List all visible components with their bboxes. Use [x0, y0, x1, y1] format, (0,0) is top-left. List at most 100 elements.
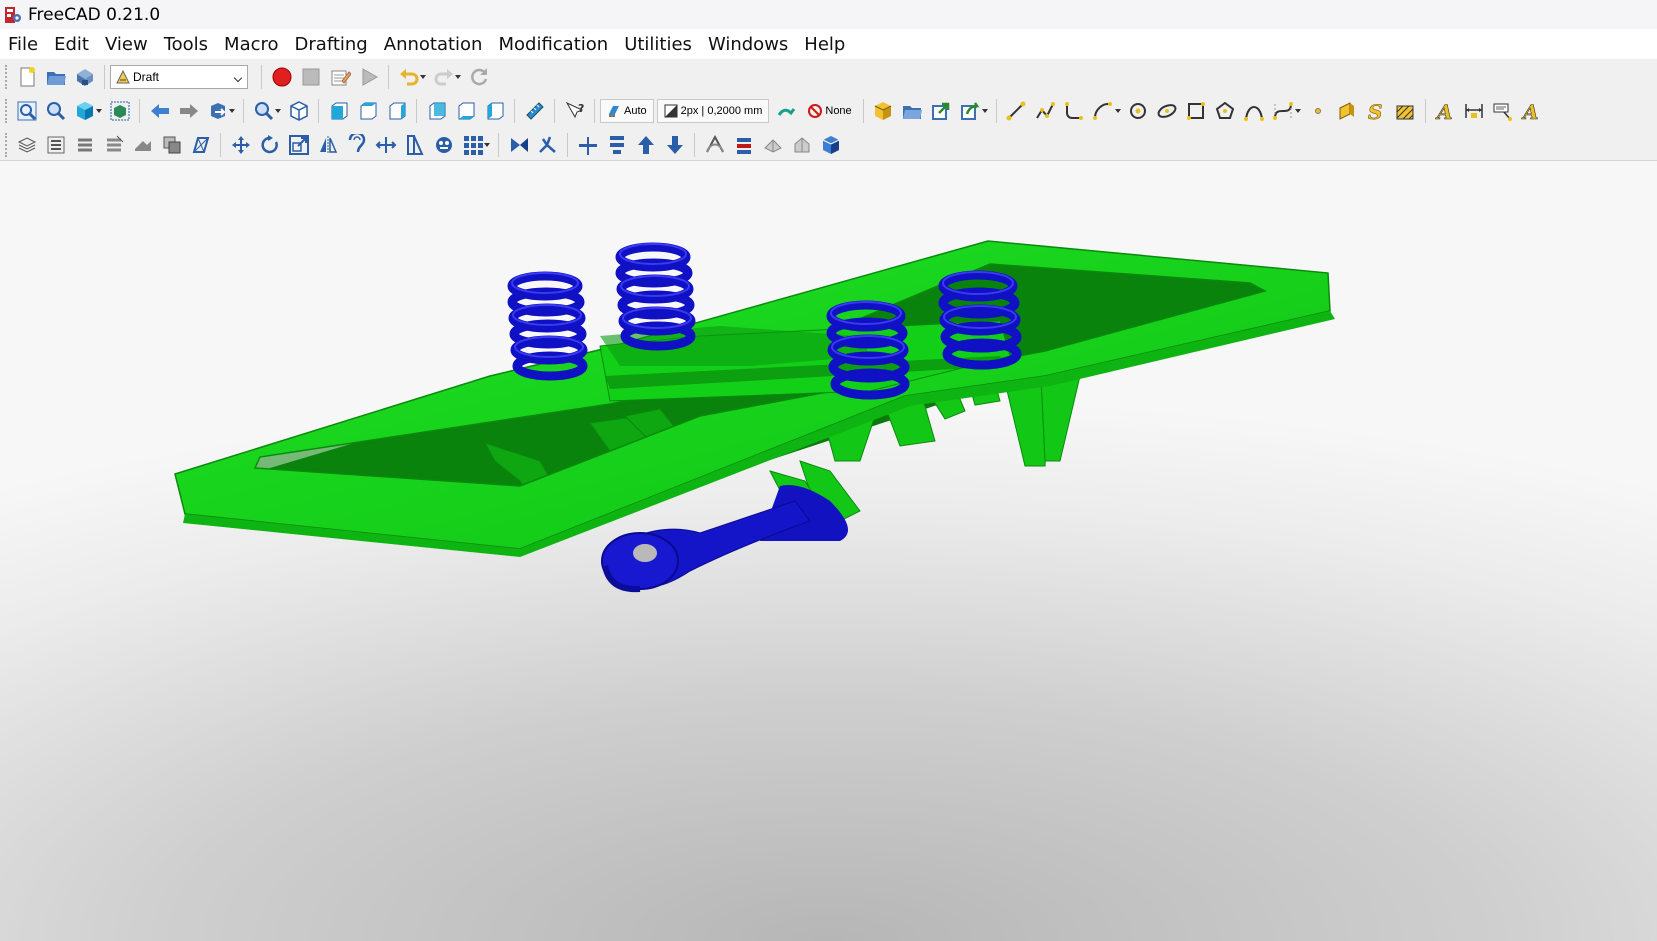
back-button[interactable]: [145, 97, 174, 125]
edit-macro-button[interactable]: [325, 63, 354, 91]
link-actions-button[interactable]: [956, 97, 988, 125]
bspline-tool-button[interactable]: [1240, 97, 1269, 125]
chevron-down-icon[interactable]: [455, 74, 461, 79]
toggle-display-button[interactable]: [128, 131, 157, 159]
stop-macro-button[interactable]: [296, 63, 325, 91]
front-view-button[interactable]: [324, 97, 353, 125]
zoom-button[interactable]: [249, 97, 281, 125]
shapestring-tool-button[interactable]: S: [1362, 97, 1391, 125]
rear-view-button[interactable]: [422, 97, 451, 125]
run-macro-button[interactable]: [354, 63, 383, 91]
sync-view-button[interactable]: [203, 97, 235, 125]
toolbar-grip[interactable]: [5, 98, 9, 123]
shape-2d-view-button[interactable]: [758, 131, 787, 159]
text-tool-button[interactable]: A: [1431, 97, 1460, 125]
redo-button[interactable]: [429, 63, 461, 91]
trimex-button[interactable]: [371, 131, 400, 159]
menu-macro[interactable]: Macro: [216, 34, 286, 55]
isometric-view-button[interactable]: [284, 97, 313, 125]
subelement-highlight-button[interactable]: [157, 131, 186, 159]
menu-tools[interactable]: Tools: [156, 34, 216, 55]
new-document-button[interactable]: [12, 63, 41, 91]
right-view-button[interactable]: [382, 97, 411, 125]
3d-viewport[interactable]: [0, 161, 1657, 941]
move-button[interactable]: [226, 131, 255, 159]
chevron-down-icon[interactable]: [420, 74, 426, 79]
measure-button[interactable]: [520, 97, 549, 125]
move-down-button[interactable]: [660, 131, 689, 159]
construction-mode-button[interactable]: None: [801, 99, 857, 123]
undo-button[interactable]: [394, 63, 426, 91]
menu-utilities[interactable]: Utilities: [616, 34, 700, 55]
offset-button[interactable]: [342, 131, 371, 159]
chevron-down-icon[interactable]: [1114, 108, 1121, 113]
slope-button[interactable]: [816, 131, 845, 159]
rectangle-tool-button[interactable]: [1182, 97, 1211, 125]
draft-to-sketch-button[interactable]: [729, 131, 758, 159]
record-macro-button[interactable]: [267, 63, 296, 91]
refresh-button[interactable]: [464, 63, 493, 91]
hatch-tool-button[interactable]: [1391, 97, 1420, 125]
fit-selection-button[interactable]: [41, 97, 70, 125]
split-button[interactable]: [533, 131, 562, 159]
clone-button[interactable]: [429, 131, 458, 159]
layer-button[interactable]: [12, 131, 41, 159]
line-style-button[interactable]: 2px | 0,2000 mm: [656, 98, 770, 123]
fillet-tool-button[interactable]: [1060, 97, 1089, 125]
left-view-button[interactable]: [480, 97, 509, 125]
bogie-model[interactable]: [0, 161, 1657, 941]
line-tool-button[interactable]: [1002, 97, 1031, 125]
forward-button[interactable]: [174, 97, 203, 125]
wire-tool-button[interactable]: [1031, 97, 1060, 125]
upgrade-button[interactable]: [573, 131, 602, 159]
menu-drafting[interactable]: Drafting: [287, 34, 376, 55]
annotation-style-button[interactable]: A: [1518, 97, 1547, 125]
toolbar-grip[interactable]: [5, 132, 9, 157]
mirror-button[interactable]: [313, 131, 342, 159]
fit-all-button[interactable]: [12, 97, 41, 125]
open-button[interactable]: [41, 63, 70, 91]
top-view-button[interactable]: [353, 97, 382, 125]
menu-help[interactable]: Help: [796, 34, 853, 55]
scale-button[interactable]: [284, 131, 313, 159]
array-button[interactable]: [458, 131, 490, 159]
new-part-button[interactable]: [869, 97, 898, 125]
menu-file[interactable]: File: [8, 34, 46, 55]
move-up-button[interactable]: [631, 131, 660, 159]
bezier-tool-button[interactable]: [1269, 97, 1301, 125]
bounding-box-button[interactable]: [105, 97, 134, 125]
whats-this-button[interactable]: ?: [560, 97, 589, 125]
menu-view[interactable]: View: [97, 34, 156, 55]
ellipse-tool-button[interactable]: [1153, 97, 1182, 125]
arc-tool-button[interactable]: [1089, 97, 1121, 125]
chevron-down-icon[interactable]: [1294, 108, 1301, 113]
draw-style-button[interactable]: [70, 97, 102, 125]
rotate-button[interactable]: [255, 131, 284, 159]
circle-tool-button[interactable]: [1124, 97, 1153, 125]
save-button[interactable]: [70, 63, 99, 91]
chevron-down-icon[interactable]: [981, 108, 988, 113]
polygon-tool-button[interactable]: [1211, 97, 1240, 125]
dimension-tool-button[interactable]: [1460, 97, 1489, 125]
stretch-button[interactable]: [400, 131, 429, 159]
downgrade-button[interactable]: [602, 131, 631, 159]
working-plane-button[interactable]: Auto: [600, 98, 654, 123]
chevron-down-icon[interactable]: [229, 108, 235, 113]
bottom-view-button[interactable]: [451, 97, 480, 125]
add-construction-button[interactable]: [99, 131, 128, 159]
menu-windows[interactable]: Windows: [700, 34, 796, 55]
working-plane-proxy-button[interactable]: [186, 131, 215, 159]
apply-style-button[interactable]: [772, 97, 801, 125]
chevron-down-icon[interactable]: [96, 108, 102, 113]
label-tool-button[interactable]: [1489, 97, 1518, 125]
new-group-button[interactable]: [898, 97, 927, 125]
chevron-down-icon[interactable]: [484, 142, 490, 147]
workbench-selector[interactable]: Draft: [110, 64, 248, 89]
wire-to-bspline-button[interactable]: [700, 131, 729, 159]
join-button[interactable]: [504, 131, 533, 159]
add-to-group-button[interactable]: [41, 131, 70, 159]
menu-edit[interactable]: Edit: [46, 34, 97, 55]
select-group-button[interactable]: [70, 131, 99, 159]
chevron-down-icon[interactable]: [275, 108, 281, 113]
link-button[interactable]: [927, 97, 956, 125]
